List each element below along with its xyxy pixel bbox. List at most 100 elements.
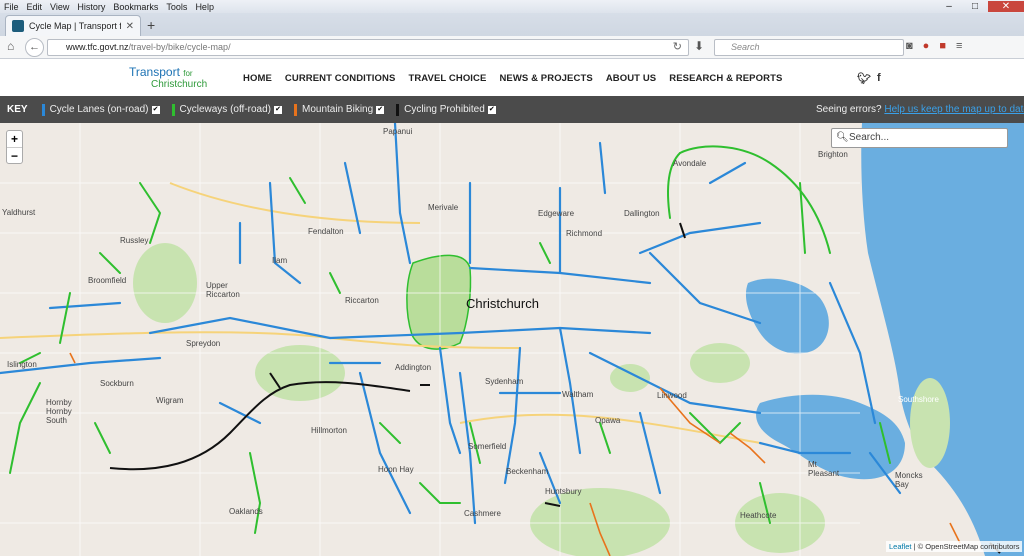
nav-about-us[interactable]: ABOUT US <box>606 73 656 84</box>
place-sydenham: Sydenham <box>485 377 524 386</box>
main-roads <box>0 182 761 444</box>
place-spreydon: Spreydon <box>186 339 221 348</box>
place-brighton: Brighton <box>818 150 848 159</box>
address-path: /travel-by/bike/cycle-map/ <box>128 42 231 52</box>
key-cycling-prohibited[interactable]: Cycling Prohibited ✔ <box>396 103 496 116</box>
park-lancaster <box>610 364 650 392</box>
browser-search-placeholder: Search <box>731 42 760 52</box>
back-icon[interactable]: ← <box>25 38 44 57</box>
place-opawa: Opawa <box>595 416 621 425</box>
place-beckenham: Beckenham <box>506 467 549 476</box>
sea <box>861 123 1024 556</box>
errors-link[interactable]: Help us keep the map up to date <box>884 104 1024 115</box>
menu-view[interactable]: View <box>46 2 73 12</box>
key-mountain-biking[interactable]: Mountain Biking ✔ <box>294 103 385 116</box>
place-avondale: Avondale <box>673 159 707 168</box>
place-richmond: Richmond <box>566 229 603 238</box>
main-nav: HOME CURRENT CONDITIONS TRAVEL CHOICE NE… <box>243 73 782 84</box>
close-window-icon[interactable]: ✕ <box>988 1 1024 12</box>
nav-travel-choice[interactable]: TRAVEL CHOICE <box>408 73 486 84</box>
key-swatch-lanes <box>41 103 45 116</box>
site-favicon-icon <box>12 20 24 32</box>
menu-file[interactable]: File <box>0 2 23 12</box>
place-dallington: Dallington <box>624 209 660 218</box>
place-mt-pleasant: Mt Pleasant <box>808 460 840 478</box>
place-edgeware: Edgeware <box>538 209 575 218</box>
key-cycle-lanes[interactable]: Cycle Lanes (on-road) ✔ <box>41 103 160 116</box>
place-hornby-south: Hornby South <box>46 407 72 425</box>
place-merivale: Merivale <box>428 203 459 212</box>
errors-notice: Seeing errors? Help us keep the map up t… <box>816 104 1024 115</box>
place-somerfield: Somerfield <box>468 442 507 451</box>
zoom-in-button[interactable]: + <box>7 131 22 147</box>
park-upper-riccarton <box>133 243 197 323</box>
home-icon[interactable]: ⌂ <box>7 39 14 53</box>
nav-research-reports[interactable]: RESEARCH & REPORTS <box>669 73 782 84</box>
city-label: Christchurch <box>466 296 539 311</box>
place-heathcote: Heathcote <box>740 511 777 520</box>
minimize-icon[interactable]: – <box>936 1 962 12</box>
nav-current-conditions[interactable]: CURRENT CONDITIONS <box>285 73 396 84</box>
key-swatch-mtb <box>294 103 298 116</box>
site-logo[interactable]: Transport for Christchurch <box>129 65 207 90</box>
new-tab-icon[interactable]: + <box>147 17 155 33</box>
key-checkbox-lanes[interactable]: ✔ <box>151 105 160 114</box>
place-russley: Russley <box>120 236 149 245</box>
park-spit <box>910 378 950 468</box>
nav-news-projects[interactable]: NEWS & PROJECTS <box>499 73 592 84</box>
key-cycleways[interactable]: Cycleways (off-road) ✔ <box>171 103 283 116</box>
close-tab-icon[interactable]: ✕ <box>126 21 134 32</box>
place-waltham: Waltham <box>562 390 594 399</box>
place-islington: Islington <box>7 360 37 369</box>
download-icon[interactable]: ⬇ <box>694 39 704 53</box>
place-hornby: Hornby <box>46 398 72 407</box>
map-key-bar: KEY Cycle Lanes (on-road) ✔ Cycleways (o… <box>0 96 1024 123</box>
oxidation-ponds <box>745 278 829 354</box>
place-riccarton: Riccarton <box>345 296 379 305</box>
leaflet-link[interactable]: Leaflet <box>889 542 912 551</box>
place-cashmere: Cashmere <box>464 509 501 518</box>
window-controls: – □ ✕ <box>936 1 1024 12</box>
menu-edit[interactable]: Edit <box>23 2 47 12</box>
place-yaldhurst: Yaldhurst <box>2 208 36 217</box>
nav-home[interactable]: HOME <box>243 73 272 84</box>
adblock-icon[interactable]: ● <box>923 40 930 52</box>
place-sockburn: Sockburn <box>100 379 134 388</box>
key-checkbox-cycleways[interactable]: ✔ <box>274 105 283 114</box>
search-icon: 🔍︎ <box>836 132 849 143</box>
twitter-icon[interactable]: 🐦︎ <box>857 72 871 85</box>
menu-help[interactable]: Help <box>191 2 218 12</box>
key-checkbox-mtb[interactable]: ✔ <box>376 105 385 114</box>
reload-icon[interactable]: ↻ <box>673 40 682 55</box>
extension-icon[interactable]: ■ <box>939 40 946 52</box>
menu-tools[interactable]: Tools <box>162 2 191 12</box>
browser-search-field[interactable]: Search <box>714 39 904 56</box>
map-search-placeholder: Search... <box>849 132 890 143</box>
key-swatch-cycleways <box>171 103 175 116</box>
browser-menubar: File Edit View History Bookmarks Tools H… <box>0 0 1024 13</box>
zoom-out-button[interactable]: − <box>7 147 22 163</box>
facebook-icon[interactable]: f <box>877 72 881 85</box>
pocket-icon[interactable]: ◙ <box>906 40 913 52</box>
maximize-icon[interactable]: □ <box>962 1 988 12</box>
key-checkbox-prohibited[interactable]: ✔ <box>487 105 496 114</box>
browser-tab[interactable]: Cycle Map | Transport for ... ✕ <box>5 15 141 36</box>
place-papanui: Papanui <box>383 127 413 136</box>
map-canvas <box>0 123 1024 556</box>
menu-history[interactable]: History <box>73 2 109 12</box>
logo-for: for <box>183 69 193 78</box>
address-bar[interactable]: www.tfc.govt.nz/travel-by/bike/cycle-map… <box>47 39 689 56</box>
key-label-lanes: Cycle Lanes (on-road) <box>49 104 149 115</box>
logo-transport: Transport <box>129 65 180 79</box>
place-oaklands: Oaklands <box>229 507 263 516</box>
place-wigram: Wigram <box>156 396 184 405</box>
key-label-cycleways: Cycleways (off-road) <box>179 104 272 115</box>
overflow-menu-icon[interactable]: ≡ <box>956 40 962 52</box>
map-attribution: Leaflet | © OpenStreetMap contributors <box>886 541 1023 552</box>
social-links: 🐦︎ f <box>857 72 881 85</box>
menu-bookmarks[interactable]: Bookmarks <box>109 2 162 12</box>
place-upper-riccarton: Upper Riccarton <box>206 281 240 299</box>
map-search-field[interactable]: 🔍︎ Search... <box>831 128 1008 148</box>
cycle-map[interactable]: Papanui Avondale Brighton Merivale Edgew… <box>0 123 1024 556</box>
key-label-mtb: Mountain Biking <box>302 104 374 115</box>
